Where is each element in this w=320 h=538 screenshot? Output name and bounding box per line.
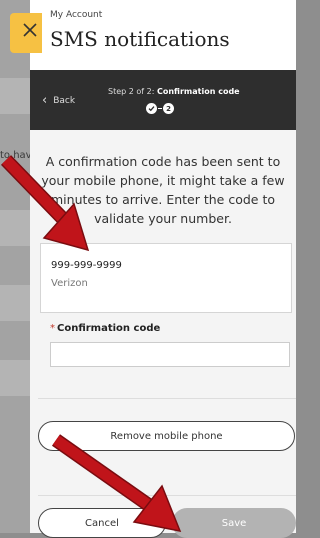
step-number: 2 <box>166 104 171 113</box>
close-icon <box>23 23 37 37</box>
step-name: Confirmation code <box>156 87 240 96</box>
confirmation-code-label: * Confirmation code <box>50 323 160 334</box>
required-marker: * <box>50 323 55 334</box>
background-text: to hav <box>0 150 32 161</box>
background-band <box>0 210 30 246</box>
background-band <box>0 78 30 114</box>
page-title: SMS notifications <box>50 27 230 51</box>
step-bar: ‹ Back Step 2 of 2: Confirmation code 2 <box>30 70 296 130</box>
phone-card: 999-999-9999 Verizon <box>40 243 292 313</box>
step-progress: 2 <box>146 103 174 114</box>
sms-notifications-panel: My Account SMS notifications ‹ Back Step … <box>30 0 296 538</box>
cancel-button[interactable]: Cancel <box>38 508 166 538</box>
background-band <box>0 360 30 396</box>
close-button[interactable] <box>10 13 42 53</box>
divider <box>38 398 296 399</box>
confirmation-code-label-text: Confirmation code <box>57 323 161 334</box>
chevron-left-icon: ‹ <box>42 93 48 108</box>
save-button[interactable]: Save <box>172 508 296 538</box>
background-page: to hav <box>0 0 32 533</box>
divider <box>38 495 296 496</box>
back-label: Back <box>53 96 76 106</box>
step-indicator-label: Step 2 of 2: Confirmation code <box>108 87 240 96</box>
confirmation-code-input[interactable] <box>50 342 290 367</box>
back-button[interactable]: ‹ Back <box>42 92 76 108</box>
step-prefix: Step 2 of 2: <box>108 87 157 96</box>
step-2-current: 2 <box>163 103 174 114</box>
check-icon <box>148 106 155 112</box>
phone-carrier: Verizon <box>51 278 88 289</box>
confirmation-message: A confirmation code has been sent to you… <box>41 154 285 226</box>
step-1-complete <box>146 103 157 114</box>
step-connector <box>158 108 162 109</box>
phone-number: 999-999-9999 <box>51 260 122 271</box>
background-band <box>0 285 30 321</box>
breadcrumb: My Account <box>50 10 103 20</box>
remove-mobile-phone-button[interactable]: Remove mobile phone <box>38 421 295 451</box>
panel-header: My Account SMS notifications <box>30 0 296 70</box>
